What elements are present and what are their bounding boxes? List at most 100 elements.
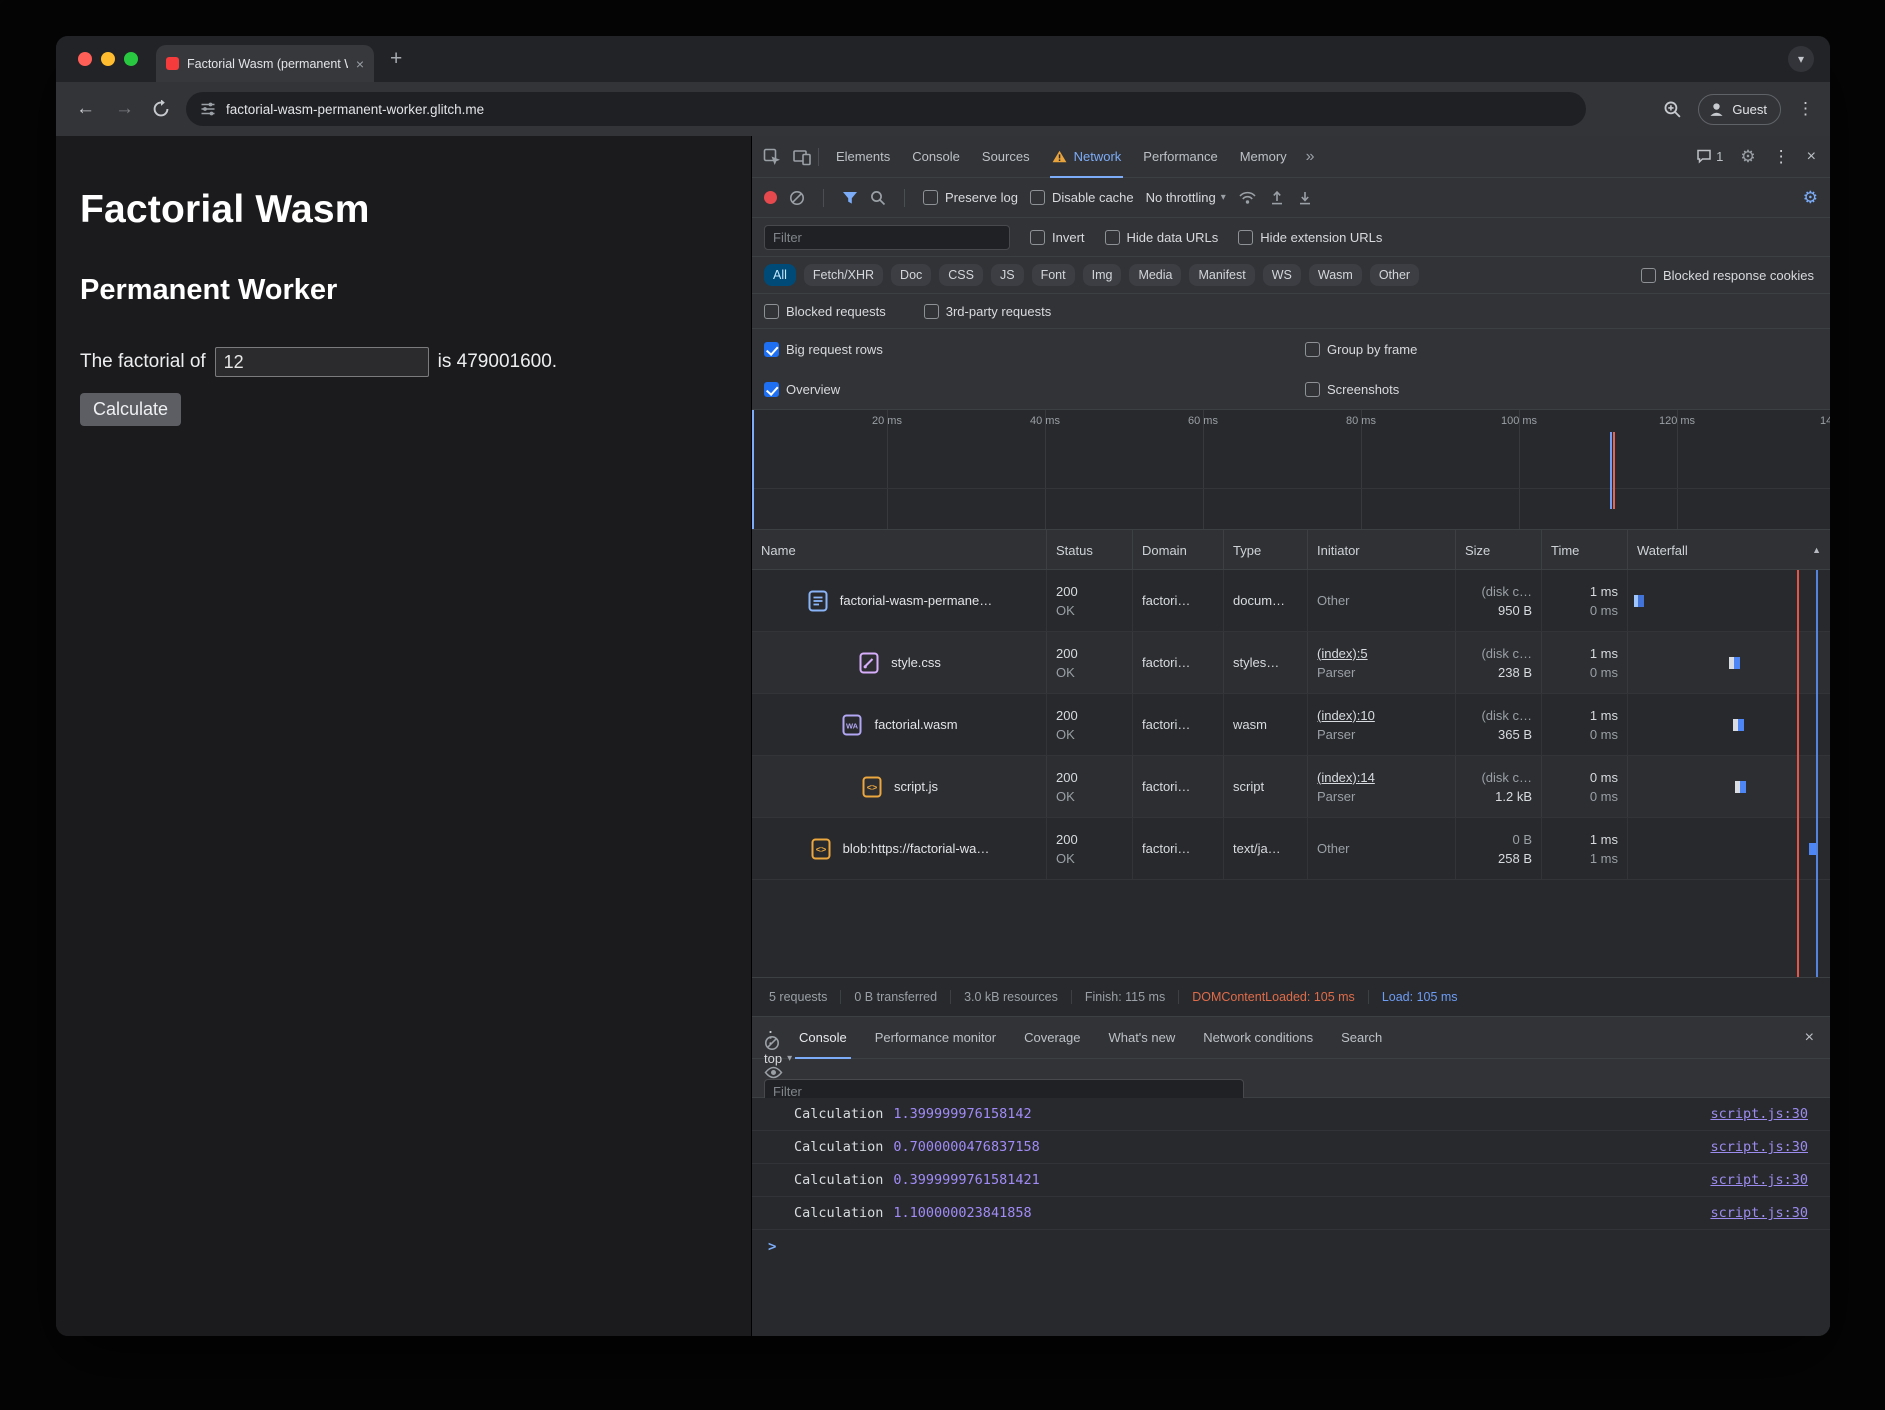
checkbox[interactable] xyxy=(1105,230,1120,245)
blocked-requests-checkbox[interactable]: Blocked requests xyxy=(764,304,886,319)
invert-checkbox[interactable]: Invert xyxy=(1030,230,1085,245)
devtools-settings-icon[interactable]: ⚙ xyxy=(1740,148,1755,165)
big-request-rows-checkbox[interactable]: Big request rows xyxy=(764,342,1305,357)
filter-chip-css[interactable]: CSS xyxy=(939,264,983,286)
third-party-requests-checkbox[interactable]: 3rd-party requests xyxy=(924,304,1052,319)
record-network-log-button[interactable] xyxy=(764,191,777,204)
checkbox[interactable] xyxy=(1238,230,1253,245)
factorial-input[interactable] xyxy=(215,347,429,377)
tab-close-icon[interactable]: × xyxy=(356,57,364,71)
filter-icon[interactable] xyxy=(842,191,858,205)
live-expression-eye-icon[interactable] xyxy=(764,1066,783,1079)
filter-chip-wasm[interactable]: Wasm xyxy=(1309,264,1362,286)
filter-chip-doc[interactable]: Doc xyxy=(891,264,931,286)
column-header-type[interactable]: Type xyxy=(1223,530,1307,570)
browser-tab[interactable]: Factorial Wasm (permanent W × xyxy=(156,45,374,82)
filter-chip-manifest[interactable]: Manifest xyxy=(1189,264,1254,286)
column-header-waterfall[interactable]: Waterfall ▲ xyxy=(1627,530,1830,570)
checkbox-checked[interactable] xyxy=(764,382,779,397)
checkbox[interactable] xyxy=(1641,268,1656,283)
calculate-button[interactable]: Calculate xyxy=(80,393,181,426)
network-conditions-icon[interactable] xyxy=(1238,190,1257,205)
column-header-status[interactable]: Status xyxy=(1046,530,1132,570)
close-window-button[interactable] xyxy=(78,52,92,66)
new-tab-button[interactable]: + xyxy=(390,47,402,71)
zoom-icon[interactable] xyxy=(1663,100,1682,119)
filter-chip-ws[interactable]: WS xyxy=(1263,264,1301,286)
tab-elements[interactable]: Elements xyxy=(825,136,901,177)
more-tabs-icon[interactable]: » xyxy=(1298,148,1323,166)
clear-network-log-icon[interactable] xyxy=(789,190,805,206)
checkbox-checked[interactable] xyxy=(764,342,779,357)
filter-chip-font[interactable]: Font xyxy=(1032,264,1075,286)
source-link[interactable]: script.js:30 xyxy=(1710,1205,1808,1221)
drawer-tab-performance-monitor[interactable]: Performance monitor xyxy=(861,1017,1010,1058)
network-settings-icon[interactable]: ⚙ xyxy=(1803,189,1818,206)
checkbox[interactable] xyxy=(1030,230,1045,245)
export-har-icon[interactable] xyxy=(1297,190,1313,206)
disable-cache-checkbox[interactable]: Disable cache xyxy=(1030,190,1134,205)
drawer-close-icon[interactable]: × xyxy=(1805,1029,1820,1047)
checkbox[interactable] xyxy=(923,190,938,205)
tab-memory[interactable]: Memory xyxy=(1229,136,1298,177)
maximize-window-button[interactable] xyxy=(124,52,138,66)
initiator-link[interactable]: (index):14 xyxy=(1317,768,1446,787)
tab-network[interactable]: Network xyxy=(1041,136,1133,177)
devtools-close-icon[interactable]: × xyxy=(1807,148,1816,166)
column-header-name[interactable]: Name xyxy=(752,530,1046,570)
minimize-window-button[interactable] xyxy=(101,52,115,66)
initiator-link[interactable]: (index):10 xyxy=(1317,706,1446,725)
forward-button[interactable]: → xyxy=(115,98,134,120)
console-prompt[interactable]: > xyxy=(752,1230,1830,1263)
group-by-frame-checkbox[interactable]: Group by frame xyxy=(1305,342,1417,357)
request-row[interactable]: WA factorial.wasm 200OK factori… wasm (i… xyxy=(752,694,1830,756)
clear-console-icon[interactable] xyxy=(764,1035,780,1051)
column-header-initiator[interactable]: Initiator xyxy=(1307,530,1455,570)
request-row[interactable]: <> blob:https://factorial-wa… 200OK fact… xyxy=(752,818,1830,880)
issues-counter[interactable]: 1 xyxy=(1696,149,1723,164)
column-header-domain[interactable]: Domain xyxy=(1132,530,1223,570)
source-link[interactable]: script.js:30 xyxy=(1710,1139,1808,1155)
address-bar[interactable]: factorial-wasm-permanent-worker.glitch.m… xyxy=(186,92,1586,126)
checkbox[interactable] xyxy=(1030,190,1045,205)
source-link[interactable]: script.js:30 xyxy=(1710,1172,1808,1188)
filter-chip-media[interactable]: Media xyxy=(1129,264,1181,286)
network-overview-timeline[interactable]: 20 ms 40 ms 60 ms 80 ms 100 ms 120 ms 14 xyxy=(752,410,1830,530)
checkbox[interactable] xyxy=(1305,342,1320,357)
filter-chip-other[interactable]: Other xyxy=(1370,264,1419,286)
column-header-time[interactable]: Time xyxy=(1541,530,1627,570)
blocked-response-cookies-checkbox[interactable]: Blocked response cookies xyxy=(1641,268,1814,283)
throttling-select[interactable]: No throttling ▾ xyxy=(1146,190,1226,205)
screenshots-checkbox[interactable]: Screenshots xyxy=(1305,382,1399,397)
hide-extension-urls-checkbox[interactable]: Hide extension URLs xyxy=(1238,230,1382,245)
request-row[interactable]: style.css 200OK factori… styles… (index)… xyxy=(752,632,1830,694)
search-icon[interactable] xyxy=(870,190,886,206)
reload-button[interactable] xyxy=(152,100,170,118)
device-toolbar-icon[interactable] xyxy=(792,147,812,167)
hide-data-urls-checkbox[interactable]: Hide data URLs xyxy=(1105,230,1219,245)
source-link[interactable]: script.js:30 xyxy=(1710,1106,1808,1122)
checkbox[interactable] xyxy=(764,304,779,319)
import-har-icon[interactable] xyxy=(1269,190,1285,206)
browser-menu-button[interactable]: ⋮ xyxy=(1797,99,1814,119)
filter-chip-img[interactable]: Img xyxy=(1083,264,1122,286)
checkbox[interactable] xyxy=(1305,382,1320,397)
column-header-size[interactable]: Size xyxy=(1455,530,1541,570)
overview-checkbox[interactable]: Overview xyxy=(764,382,1305,397)
drawer-tab-coverage[interactable]: Coverage xyxy=(1010,1017,1094,1058)
initiator-link[interactable]: (index):5 xyxy=(1317,644,1446,663)
drawer-tab-console[interactable]: Console xyxy=(785,1017,861,1058)
filter-chip-js[interactable]: JS xyxy=(991,264,1024,286)
drawer-tab-whats-new[interactable]: What's new xyxy=(1094,1017,1189,1058)
drawer-tab-network-conditions[interactable]: Network conditions xyxy=(1189,1017,1327,1058)
preserve-log-checkbox[interactable]: Preserve log xyxy=(923,190,1018,205)
back-button[interactable]: ← xyxy=(76,98,95,120)
request-row[interactable]: factorial-wasm-permane… 200OK factori… d… xyxy=(752,570,1830,632)
request-row[interactable]: <> script.js 200OK factori… script (inde… xyxy=(752,756,1830,818)
filter-chip-all[interactable]: All xyxy=(764,264,796,286)
tab-sources[interactable]: Sources xyxy=(971,136,1041,177)
checkbox[interactable] xyxy=(924,304,939,319)
tab-search-button[interactable]: ▾ xyxy=(1788,46,1814,72)
filter-chip-fetch-xhr[interactable]: Fetch/XHR xyxy=(804,264,883,286)
devtools-menu-icon[interactable]: ⋮ xyxy=(1773,147,1790,167)
